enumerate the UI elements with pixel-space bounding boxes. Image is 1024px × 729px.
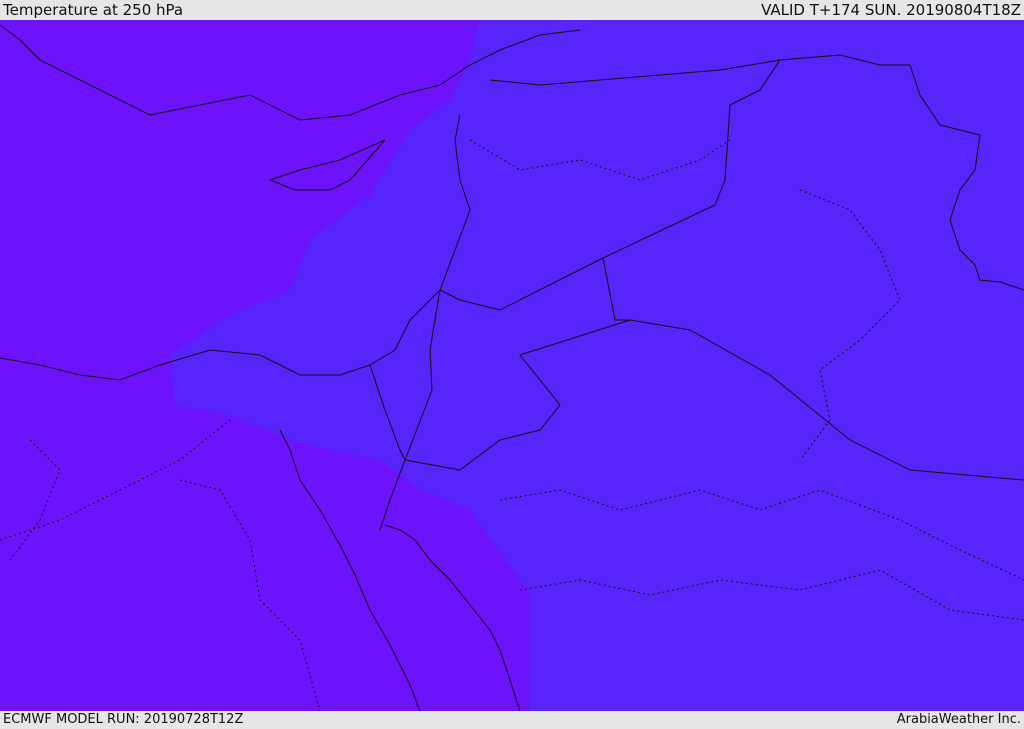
map-title: Temperature at 250 hPa xyxy=(3,1,184,19)
footer-bar: ECMWF MODEL RUN: 20190728T12Z ArabiaWeat… xyxy=(0,711,1024,729)
credit: ArabiaWeather Inc. xyxy=(896,712,1021,727)
valid-time: VALID T+174 SUN. 20190804T18Z xyxy=(761,1,1021,19)
header-bar: Temperature at 250 hPa VALID T+174 SUN. … xyxy=(0,0,1024,20)
temperature-map xyxy=(0,20,1024,711)
eastern-warm-strip xyxy=(530,20,1024,711)
model-run: ECMWF MODEL RUN: 20190728T12Z xyxy=(3,712,244,727)
